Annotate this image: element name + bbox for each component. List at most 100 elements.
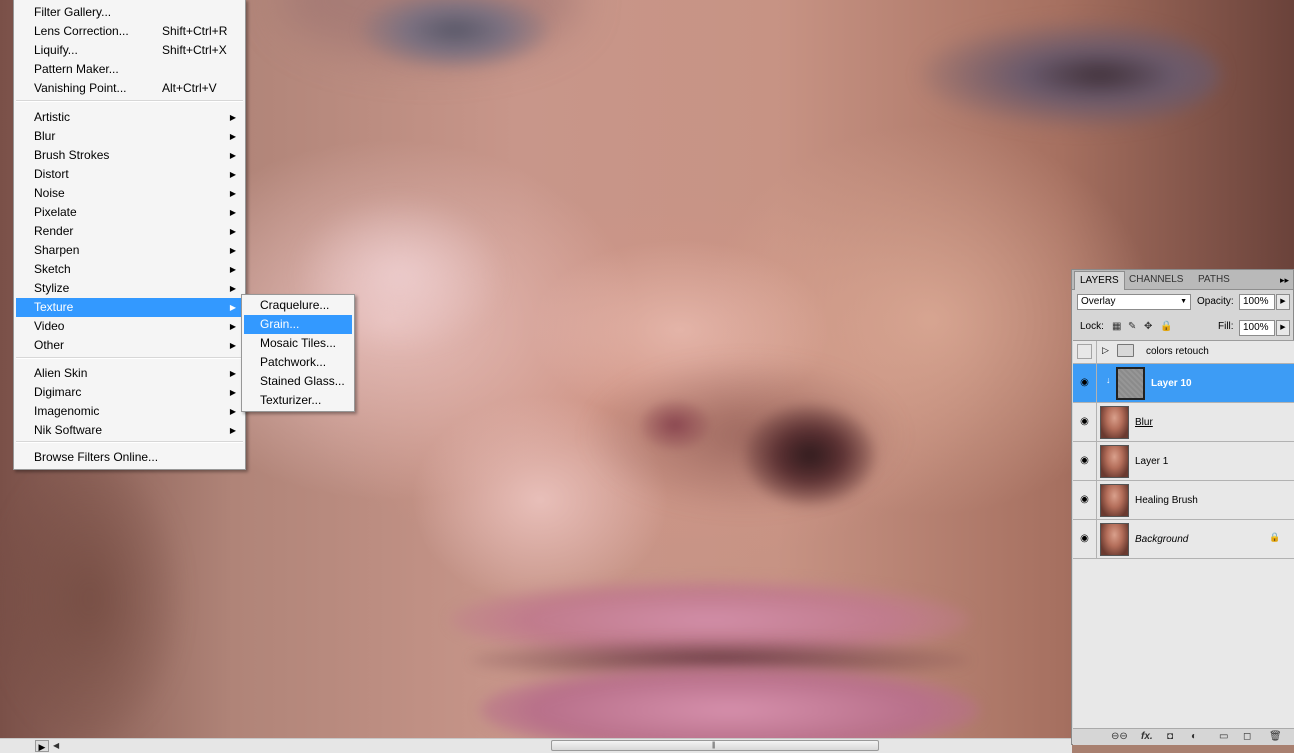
eye-icon[interactable]: ◉ <box>1075 530 1094 547</box>
menu-item-nik-software[interactable]: Nik Software ▶ <box>16 421 243 440</box>
lock-transparent-icon[interactable]: ▦ <box>1112 321 1121 332</box>
opacity-field[interactable]: 100% <box>1239 294 1275 310</box>
menu-item-video[interactable]: Video ▶ <box>16 317 243 336</box>
layer-thumbnail <box>1100 406 1129 439</box>
menu-item-label: Vanishing Point... <box>34 81 127 95</box>
layer-name: Layer 10 <box>1151 378 1192 389</box>
scrollbar-thumb[interactable]: ||| <box>551 740 879 751</box>
tab-layers[interactable]: LAYERS <box>1074 271 1125 290</box>
layer-row-layer-1[interactable]: ◉ Layer 1 <box>1073 442 1294 481</box>
visibility-toggle[interactable] <box>1077 344 1092 359</box>
blend-mode-value: Overlay <box>1081 296 1116 307</box>
lock-icon: 🔒 <box>1269 532 1281 542</box>
panel-menu-icon[interactable]: ▸▸ <box>1280 271 1289 289</box>
eye-icon[interactable]: ◉ <box>1075 452 1094 469</box>
menu-item-shortcut: Shift+Ctrl+R <box>162 24 228 38</box>
layer-thumbnail <box>1100 523 1129 556</box>
scroll-left-icon[interactable]: ◀ <box>53 739 59 753</box>
menu-item-alien-skin[interactable]: Alien Skin ▶ <box>16 364 243 383</box>
menu-item-label: Filter Gallery... <box>34 5 112 19</box>
expand-arrow-icon[interactable]: ▷ <box>1102 345 1109 356</box>
menu-item-distort[interactable]: Distort ▶ <box>16 165 243 184</box>
menu-item-label: Distort <box>34 167 69 181</box>
menu-item-label: Texture <box>34 300 74 314</box>
menu-item-other[interactable]: Other ▶ <box>16 336 243 355</box>
menu-item-artistic[interactable]: Artistic ▶ <box>16 108 243 127</box>
lock-all-icon[interactable]: 🔒 <box>1160 321 1172 332</box>
layer-name: Layer 1 <box>1135 456 1169 467</box>
menu-item-digimarc[interactable]: Digimarc ▶ <box>16 383 243 402</box>
submenu-item-patchwork[interactable]: Patchwork... <box>244 353 352 372</box>
menu-item-shortcut: Shift+Ctrl+X <box>162 43 227 57</box>
submenu-item-label: Grain... <box>260 317 300 331</box>
menu-item-stylize[interactable]: Stylize ▶ <box>16 279 243 298</box>
add-mask-icon[interactable]: ◘ <box>1167 730 1173 744</box>
submenu-arrow-icon: ▶ <box>229 388 236 397</box>
new-layer-icon[interactable]: ◻ <box>1243 730 1251 744</box>
menu-item-browse-filters-online[interactable]: Browse Filters Online... <box>16 448 243 467</box>
menu-item-lens-correction[interactable]: Lens Correction... Shift+Ctrl+R <box>16 22 243 41</box>
eye-icon[interactable]: ◉ <box>1075 374 1094 391</box>
layer-row-background[interactable]: ◉ Background 🔒 <box>1073 520 1294 559</box>
menu-item-sharpen[interactable]: Sharpen ▶ <box>16 241 243 260</box>
fx-icon[interactable]: fx. <box>1141 730 1153 744</box>
eye-icon[interactable]: ◉ <box>1075 491 1094 508</box>
submenu-item-mosaic-tiles[interactable]: Mosaic Tiles... <box>244 334 352 353</box>
lock-move-icon[interactable]: ✥ <box>1144 321 1152 332</box>
layer-row-blur[interactable]: ◉ Blur <box>1073 403 1294 442</box>
menu-item-label: Render <box>34 224 74 238</box>
blend-mode-select[interactable]: Overlay ▼ <box>1077 294 1191 310</box>
menu-item-noise[interactable]: Noise ▶ <box>16 184 243 203</box>
menu-item-texture[interactable]: Texture ▶ <box>16 298 243 317</box>
clipping-arrow-icon: ↓ <box>1106 375 1111 385</box>
submenu-arrow-icon: ▶ <box>229 303 236 312</box>
new-group-icon[interactable]: ▭ <box>1219 730 1228 744</box>
submenu-arrow-icon: ▶ <box>229 369 236 378</box>
submenu-arrow-icon: ▶ <box>229 227 236 236</box>
menu-separator <box>16 441 243 443</box>
canvas-nostril-right <box>745 405 875 505</box>
menu-item-filter-gallery[interactable]: Filter Gallery... <box>16 3 243 22</box>
submenu-item-texturizer[interactable]: Texturizer... <box>244 391 352 410</box>
layer-row-healing-brush[interactable]: ◉ Healing Brush <box>1073 481 1294 520</box>
divider <box>1096 403 1097 441</box>
texture-submenu: Craquelure... Grain... Mosaic Tiles... P… <box>241 294 355 412</box>
play-icon[interactable]: ▶ <box>35 740 49 752</box>
canvas-nostril-left <box>640 400 710 450</box>
submenu-arrow-icon: ▶ <box>229 170 236 179</box>
lock-brush-icon[interactable]: ✎ <box>1128 321 1136 332</box>
submenu-arrow-icon: ▶ <box>229 246 236 255</box>
opacity-slider-button[interactable]: ▶ <box>1276 294 1290 310</box>
fill-field[interactable]: 100% <box>1239 320 1275 336</box>
layer-name: colors retouch <box>1146 346 1209 357</box>
canvas-shadow-left <box>0 460 180 738</box>
layer-row-layer-10[interactable]: ◉ ↓ Layer 10 <box>1073 364 1294 403</box>
submenu-item-stained-glass[interactable]: Stained Glass... <box>244 372 352 391</box>
tab-channels[interactable]: CHANNELS <box>1124 271 1188 289</box>
menu-item-sketch[interactable]: Sketch ▶ <box>16 260 243 279</box>
menu-item-label: Stylize <box>34 281 70 295</box>
submenu-arrow-icon: ▶ <box>229 208 236 217</box>
menu-item-imagenomic[interactable]: Imagenomic ▶ <box>16 402 243 421</box>
horizontal-scrollbar[interactable]: ▶ ◀ ||| <box>0 738 1072 753</box>
menu-item-label: Lens Correction... <box>34 24 129 38</box>
menu-item-pattern-maker[interactable]: Pattern Maker... <box>16 60 243 79</box>
trash-icon[interactable]: 🗑 <box>1269 730 1282 744</box>
menu-item-render[interactable]: Render ▶ <box>16 222 243 241</box>
menu-item-vanishing-point[interactable]: Vanishing Point... Alt+Ctrl+V <box>16 79 243 98</box>
layer-group-colors-retouch[interactable]: ▷ colors retouch <box>1073 341 1294 364</box>
chevron-down-icon: ▼ <box>1180 298 1187 305</box>
menu-item-liquify[interactable]: Liquify... Shift+Ctrl+X <box>16 41 243 60</box>
panel-tabs: LAYERS CHANNELS PATHS ▸▸ <box>1072 270 1293 290</box>
link-layers-icon[interactable]: ⊖⊖ <box>1111 730 1128 744</box>
menu-item-brush-strokes[interactable]: Brush Strokes ▶ <box>16 146 243 165</box>
submenu-item-grain[interactable]: Grain... <box>244 315 352 334</box>
menu-item-blur[interactable]: Blur ▶ <box>16 127 243 146</box>
menu-item-label: Sketch <box>34 262 71 276</box>
submenu-item-craquelure[interactable]: Craquelure... <box>244 296 352 315</box>
fill-slider-button[interactable]: ▶ <box>1276 320 1290 336</box>
tab-paths[interactable]: PATHS <box>1193 271 1235 289</box>
adjustment-layer-icon[interactable]: ◐ <box>1191 730 1197 744</box>
eye-icon[interactable]: ◉ <box>1075 413 1094 430</box>
menu-item-pixelate[interactable]: Pixelate ▶ <box>16 203 243 222</box>
